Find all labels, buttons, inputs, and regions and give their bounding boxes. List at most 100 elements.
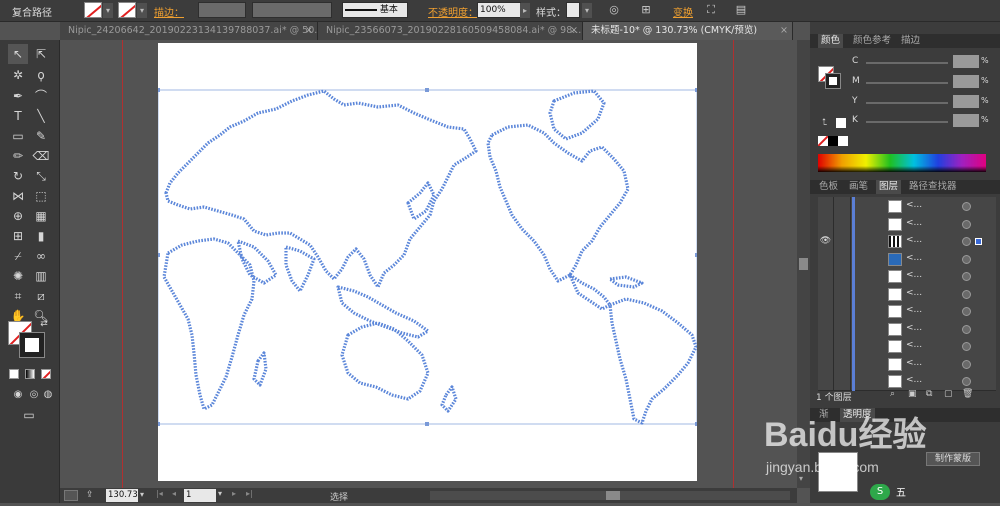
channel-slider[interactable] — [866, 82, 948, 84]
eraser-tool-icon[interactable]: ⌫ — [31, 146, 51, 166]
visibility-toggle[interactable] — [818, 337, 834, 356]
layer-row[interactable]: <... — [818, 337, 996, 356]
tab-color-guide[interactable]: 颜色参考 — [850, 34, 894, 48]
page-field[interactable]: 1 — [184, 489, 216, 502]
layer-row[interactable]: <... — [818, 354, 996, 374]
layer-row[interactable]: <... — [818, 284, 996, 304]
align-grid-icon[interactable]: ⊞ — [638, 2, 654, 18]
tab-pathfinder[interactable]: 路径查找器 — [906, 180, 960, 194]
first-page-icon[interactable]: |◂ — [156, 489, 163, 498]
color-spectrum[interactable] — [818, 154, 986, 172]
visibility-toggle[interactable] — [818, 267, 834, 286]
gradient-tool-icon[interactable]: ▮ — [31, 226, 51, 246]
tab-document-3[interactable]: 未标题-10* @ 130.73% (CMYK/预览) × — [583, 22, 793, 40]
variable-width-field[interactable] — [252, 2, 332, 18]
none-color-chip[interactable] — [818, 136, 828, 146]
draw-inside-icon[interactable]: ◍ — [38, 385, 58, 405]
pencil-tool-icon[interactable]: ✏ — [8, 146, 28, 166]
visibility-toggle[interactable] — [818, 354, 834, 374]
close-icon[interactable]: × — [305, 22, 313, 40]
layer-row[interactable]: <... — [818, 302, 996, 321]
layer-row[interactable]: <... — [818, 249, 996, 269]
column-graph-tool-icon[interactable]: ▥ — [31, 266, 51, 286]
visibility-toggle[interactable] — [818, 214, 834, 234]
stroke-weight-field[interactable] — [198, 2, 246, 18]
horizontal-scrollbar-thumb[interactable] — [606, 491, 620, 500]
horizontal-scrollbar[interactable] — [430, 491, 790, 500]
magic-wand-tool-icon[interactable]: ✲ — [8, 65, 28, 85]
brush-definition-field[interactable]: 基本 — [342, 2, 408, 18]
page-dropdown-icon[interactable]: ▾ — [218, 489, 222, 498]
lasso-tool-icon[interactable]: ϙ — [31, 65, 51, 85]
color-channel-y[interactable]: Y% — [810, 93, 1000, 111]
color-channel-m[interactable]: M% — [810, 73, 1000, 91]
channel-value-field[interactable] — [953, 114, 979, 127]
artboard[interactable] — [158, 43, 697, 481]
swap-colors-icon[interactable]: ⇄ — [38, 318, 50, 330]
channel-value-field[interactable] — [953, 75, 979, 88]
target-circle-icon[interactable] — [962, 307, 971, 316]
white-color-chip[interactable] — [838, 136, 848, 146]
perspective-grid-tool-icon[interactable]: ▦ — [31, 206, 51, 226]
zoom-dropdown-icon[interactable]: ▾ — [140, 490, 144, 499]
pen-tool-icon[interactable]: ✒ — [8, 86, 28, 106]
tab-layers[interactable]: 图层 — [876, 180, 902, 194]
prev-page-icon[interactable]: ◂ — [172, 489, 176, 498]
selection-indicator[interactable] — [975, 308, 982, 315]
visibility-toggle[interactable] — [818, 249, 834, 269]
world-map-artwork[interactable] — [158, 43, 697, 481]
artboard-tool-icon[interactable]: ⌗ — [8, 286, 28, 306]
opacity-dropdown[interactable]: ▸ — [520, 3, 530, 18]
lock-toggle[interactable] — [835, 302, 851, 321]
selection-indicator[interactable] — [975, 326, 982, 333]
free-transform-tool-icon[interactable]: ⬚ — [31, 186, 51, 206]
channel-slider[interactable] — [866, 121, 948, 123]
lock-toggle[interactable] — [835, 249, 851, 269]
target-circle-icon[interactable] — [962, 272, 971, 281]
selection-indicator[interactable] — [975, 238, 982, 245]
tab-brushes[interactable]: 画笔 — [846, 180, 871, 194]
tab-color[interactable]: 颜色 — [818, 34, 844, 48]
symbol-sprayer-tool-icon[interactable]: ✺ — [8, 266, 28, 286]
shape-builder-tool-icon[interactable]: ⊕ — [8, 206, 28, 226]
tab-document-1[interactable]: Nipic_24206642_20190223134139788037.ai* … — [60, 22, 318, 40]
scale-tool-icon[interactable]: ⤡ — [31, 166, 51, 186]
share-icon[interactable]: ⇪ — [86, 490, 100, 501]
zoom-field[interactable]: 130.73 — [106, 489, 138, 502]
eyedropper-tool-icon[interactable]: ⌿ — [8, 246, 28, 266]
color-channel-c[interactable]: C% — [810, 53, 1000, 71]
selection-indicator[interactable] — [975, 361, 982, 368]
channel-value-field[interactable] — [953, 55, 979, 68]
lock-toggle[interactable] — [835, 267, 851, 286]
target-circle-icon[interactable] — [962, 254, 971, 264]
mesh-tool-icon[interactable]: ⊞ — [8, 226, 28, 246]
layer-row[interactable]: 👁 <... — [818, 232, 996, 251]
selection-indicator[interactable] — [975, 203, 982, 210]
lock-toggle[interactable] — [835, 232, 851, 251]
lock-toggle[interactable] — [835, 354, 851, 374]
recolor-icon[interactable]: ◎ — [606, 2, 622, 18]
gradient-mode-icon[interactable] — [25, 369, 35, 379]
target-circle-icon[interactable] — [962, 342, 971, 351]
opacity-label[interactable]: 不透明度： — [428, 4, 478, 19]
next-page-icon[interactable]: ▸ — [232, 489, 236, 498]
close-icon[interactable]: × — [780, 22, 788, 40]
stroke-swatch[interactable] — [118, 2, 136, 18]
target-circle-icon[interactable] — [962, 237, 971, 246]
selection-indicator[interactable] — [975, 291, 982, 298]
transform-link[interactable]: 变换 — [673, 4, 693, 19]
visibility-toggle[interactable] — [818, 372, 834, 391]
visibility-toggle[interactable] — [818, 284, 834, 304]
fill-swatch[interactable] — [84, 2, 102, 18]
line-tool-icon[interactable]: ╲ — [31, 106, 51, 126]
fill-dropdown[interactable]: ▾ — [103, 3, 113, 18]
selection-indicator[interactable] — [975, 256, 982, 263]
out-of-gamut-icon[interactable]: ⮤ — [822, 118, 827, 128]
none-mode-icon[interactable] — [41, 369, 51, 379]
tab-document-2[interactable]: Nipic_23566073_20190228160509458084.ai* … — [318, 22, 583, 40]
lock-toggle[interactable] — [835, 284, 851, 304]
lock-toggle[interactable] — [835, 319, 851, 339]
stroke-weight-label[interactable]: 描边： — [154, 4, 184, 19]
color-mode-icon[interactable] — [9, 369, 19, 379]
type-tool-icon[interactable]: T — [8, 106, 28, 126]
